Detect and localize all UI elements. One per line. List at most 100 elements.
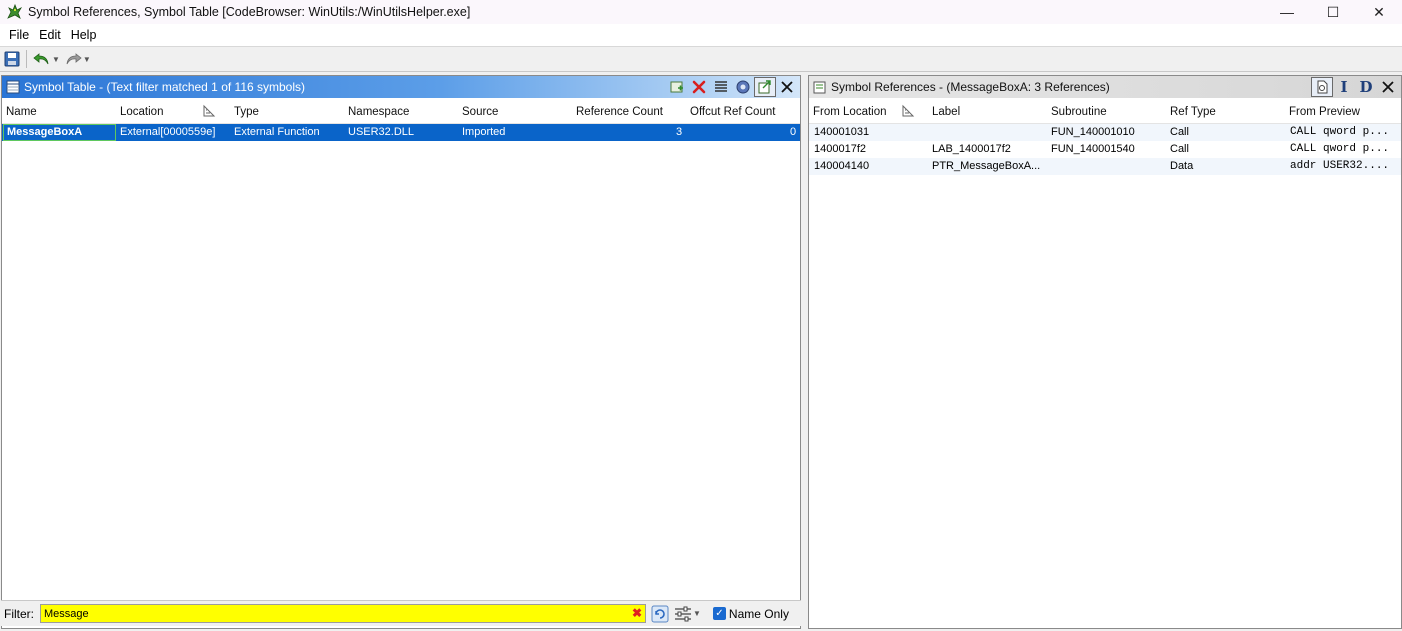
undo-dropdown-icon[interactable]: ▼ xyxy=(52,55,60,64)
reference-row[interactable]: 140004140 PTR_MessageBoxA... Data addr U… xyxy=(809,158,1401,175)
data-d-icon: D xyxy=(1359,78,1373,96)
reference-row[interactable]: 1400017f2 LAB_1400017f2 FUN_140001540 Ca… xyxy=(809,141,1401,158)
column-header-source[interactable]: Source xyxy=(462,106,498,118)
ghidra-dragon-icon xyxy=(7,3,23,19)
main-toolbar: ▼ ▼ xyxy=(0,46,1402,72)
symbol-references-panel: Symbol References - (MessageBoxA: 3 Refe… xyxy=(808,75,1402,629)
show-instructions-button[interactable]: I xyxy=(1333,77,1355,97)
column-header-type[interactable]: Type xyxy=(234,106,259,118)
symbol-table-panel: Symbol Table - (Text filter matched 1 of… xyxy=(1,75,801,629)
filter-input[interactable]: Message ✖ xyxy=(40,604,646,623)
symbol-table-actions xyxy=(666,76,798,98)
filter-bar: Filter: Message ✖ ▼ ✓ Name Only xyxy=(1,600,801,626)
close-symbol-table-button[interactable] xyxy=(776,77,798,97)
delete-symbol-button[interactable] xyxy=(688,77,710,97)
reference-row[interactable]: 140001031 FUN_140001010 Call CALL qword … xyxy=(809,124,1401,141)
symbol-table-header: Symbol Table - (Text filter matched 1 of… xyxy=(2,76,800,98)
symbol-type-cell[interactable]: External Function xyxy=(234,126,320,138)
column-header-ref-type[interactable]: Ref Type xyxy=(1170,106,1216,118)
minimize-button[interactable]: — xyxy=(1264,0,1310,24)
filter-label: Filter: xyxy=(4,606,34,621)
filter-input-value[interactable]: Message xyxy=(44,608,89,620)
navigate-icon xyxy=(758,80,771,94)
list-icon xyxy=(715,81,727,92)
title-bar: Symbol References, Symbol Table [CodeBro… xyxy=(0,0,1402,24)
column-header-from-preview[interactable]: From Preview xyxy=(1289,106,1360,118)
from-preview-cell[interactable]: CALL qword p... xyxy=(1290,143,1389,155)
symbol-references-header: Symbol References - (MessageBoxA: 3 Refe… xyxy=(809,76,1401,98)
save-icon xyxy=(4,51,20,67)
navigate-on-selection-toggle[interactable] xyxy=(754,77,776,97)
filter-settings-button[interactable]: ▼ xyxy=(674,604,701,624)
show-data-button[interactable]: D xyxy=(1355,77,1377,97)
filter-settings-dropdown-icon[interactable]: ▼ xyxy=(693,609,701,618)
from-location-cell[interactable]: 140001031 xyxy=(814,126,869,138)
clear-filter-icon[interactable]: ✖ xyxy=(632,606,642,620)
symbol-name-cell[interactable]: MessageBoxA xyxy=(7,126,82,138)
menu-bar: File Edit Help xyxy=(0,24,1402,46)
window-title: Symbol References, Symbol Table [CodeBro… xyxy=(28,5,471,19)
symbol-references-actions: I D xyxy=(1311,76,1399,98)
gear-icon xyxy=(736,80,750,94)
column-header-name[interactable]: Name xyxy=(6,106,37,118)
toolbar-separator xyxy=(26,50,27,68)
panel-splitter[interactable] xyxy=(801,75,808,631)
close-icon xyxy=(781,81,793,93)
ref-type-cell[interactable]: Call xyxy=(1170,126,1189,138)
menu-help[interactable]: Help xyxy=(66,28,102,42)
symbol-table-column-headers: Name Location Type Namespace Source Refe… xyxy=(2,98,800,124)
subroutine-cell[interactable]: FUN_140001540 xyxy=(1051,143,1135,155)
maximize-button[interactable]: ☐ xyxy=(1310,0,1356,24)
label-cell[interactable]: PTR_MessageBoxA... xyxy=(932,160,1040,172)
name-only-checkbox[interactable]: ✓ xyxy=(712,607,726,620)
close-icon xyxy=(1382,81,1394,93)
column-header-subroutine[interactable]: Subroutine xyxy=(1051,106,1107,118)
ref-type-cell[interactable]: Call xyxy=(1170,143,1189,155)
menu-file[interactable]: File xyxy=(4,28,34,42)
menu-edit[interactable]: Edit xyxy=(34,28,66,42)
column-header-namespace[interactable]: Namespace xyxy=(348,106,409,118)
filter-options-button[interactable] xyxy=(651,604,669,624)
save-button[interactable] xyxy=(4,49,20,69)
configure-filter-button[interactable] xyxy=(732,77,754,97)
table-icon xyxy=(6,80,20,94)
references-icon xyxy=(813,81,826,94)
column-header-from-location[interactable]: From Location xyxy=(813,106,887,118)
undo-button[interactable]: ▼ xyxy=(33,49,60,69)
ref-type-cell[interactable]: Data xyxy=(1170,160,1193,172)
symbol-source-cell[interactable]: Imported xyxy=(462,126,505,138)
redo-dropdown-icon[interactable]: ▼ xyxy=(83,55,91,64)
references-column-headers: From Location Label Subroutine Ref Type … xyxy=(809,98,1401,124)
from-location-cell[interactable]: 140004140 xyxy=(814,160,869,172)
instruction-i-icon: I xyxy=(1340,78,1348,96)
create-selection-button[interactable] xyxy=(666,77,688,97)
sort-ascending-icon xyxy=(203,104,216,117)
column-header-offcut-ref-count[interactable]: Offcut Ref Count xyxy=(690,106,775,118)
from-preview-cell[interactable]: CALL qword p... xyxy=(1290,126,1389,138)
redo-button[interactable]: ▼ xyxy=(64,49,91,69)
symbol-namespace-cell[interactable]: USER32.DLL xyxy=(348,126,414,138)
subroutine-cell[interactable]: FUN_140001010 xyxy=(1051,126,1135,138)
column-header-label[interactable]: Label xyxy=(932,106,960,118)
column-header-reference-count[interactable]: Reference Count xyxy=(576,106,663,118)
filter-refresh-icon xyxy=(651,605,669,622)
name-only-label[interactable]: Name Only xyxy=(729,607,789,621)
symbol-offcut-ref-count-cell[interactable]: 0 xyxy=(790,126,796,138)
view-references-button[interactable] xyxy=(710,77,732,97)
symbol-reference-count-cell[interactable]: 3 xyxy=(676,126,682,138)
delete-icon xyxy=(692,80,706,94)
column-header-location[interactable]: Location xyxy=(120,106,163,118)
close-symbol-references-button[interactable] xyxy=(1377,77,1399,97)
from-preview-cell[interactable]: addr USER32.... xyxy=(1290,160,1389,172)
undo-icon xyxy=(33,53,49,65)
label-cell[interactable]: LAB_1400017f2 xyxy=(932,143,1011,155)
sort-ascending-icon xyxy=(902,104,915,117)
close-window-button[interactable]: ✕ xyxy=(1356,0,1402,24)
show-references-button[interactable] xyxy=(1311,77,1333,97)
symbol-references-title: Symbol References - (MessageBoxA: 3 Refe… xyxy=(831,80,1110,94)
redo-icon xyxy=(66,53,82,65)
symbol-location-cell[interactable]: External[0000559e] xyxy=(120,126,215,138)
from-location-cell[interactable]: 1400017f2 xyxy=(814,143,866,155)
sliders-icon xyxy=(675,606,691,621)
symbol-row[interactable]: MessageBoxA External[0000559e] External … xyxy=(2,124,800,141)
